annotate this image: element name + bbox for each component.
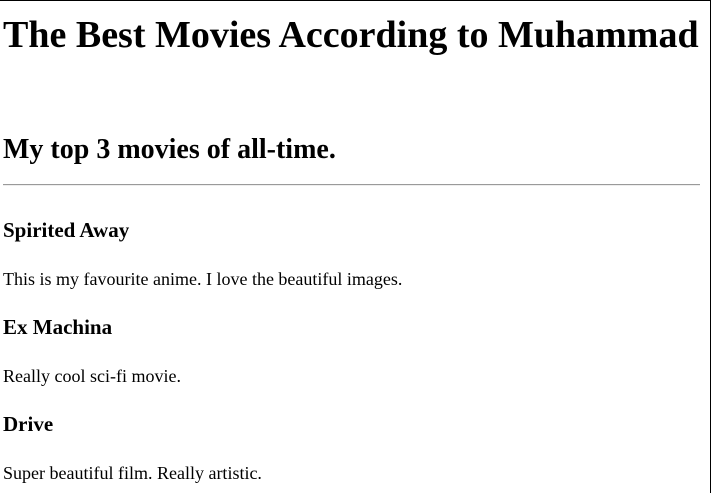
movie-title: Spirited Away (3, 218, 130, 242)
section-divider (3, 184, 700, 186)
movie-title: Ex Machina (3, 315, 113, 339)
movie-description: This is my favourite anime. I love the b… (3, 269, 403, 289)
page-subtitle: My top 3 movies of all-time. (3, 134, 336, 165)
browser-page-frame: The Best Movies According to Muhammad My… (0, 0, 711, 493)
movie-title: Drive (3, 412, 54, 436)
movie-description: Really cool sci-fi movie. (3, 366, 181, 386)
movie-description: Super beautiful film. Really artistic. (3, 463, 262, 483)
page-title: The Best Movies According to Muhammad (3, 14, 699, 56)
